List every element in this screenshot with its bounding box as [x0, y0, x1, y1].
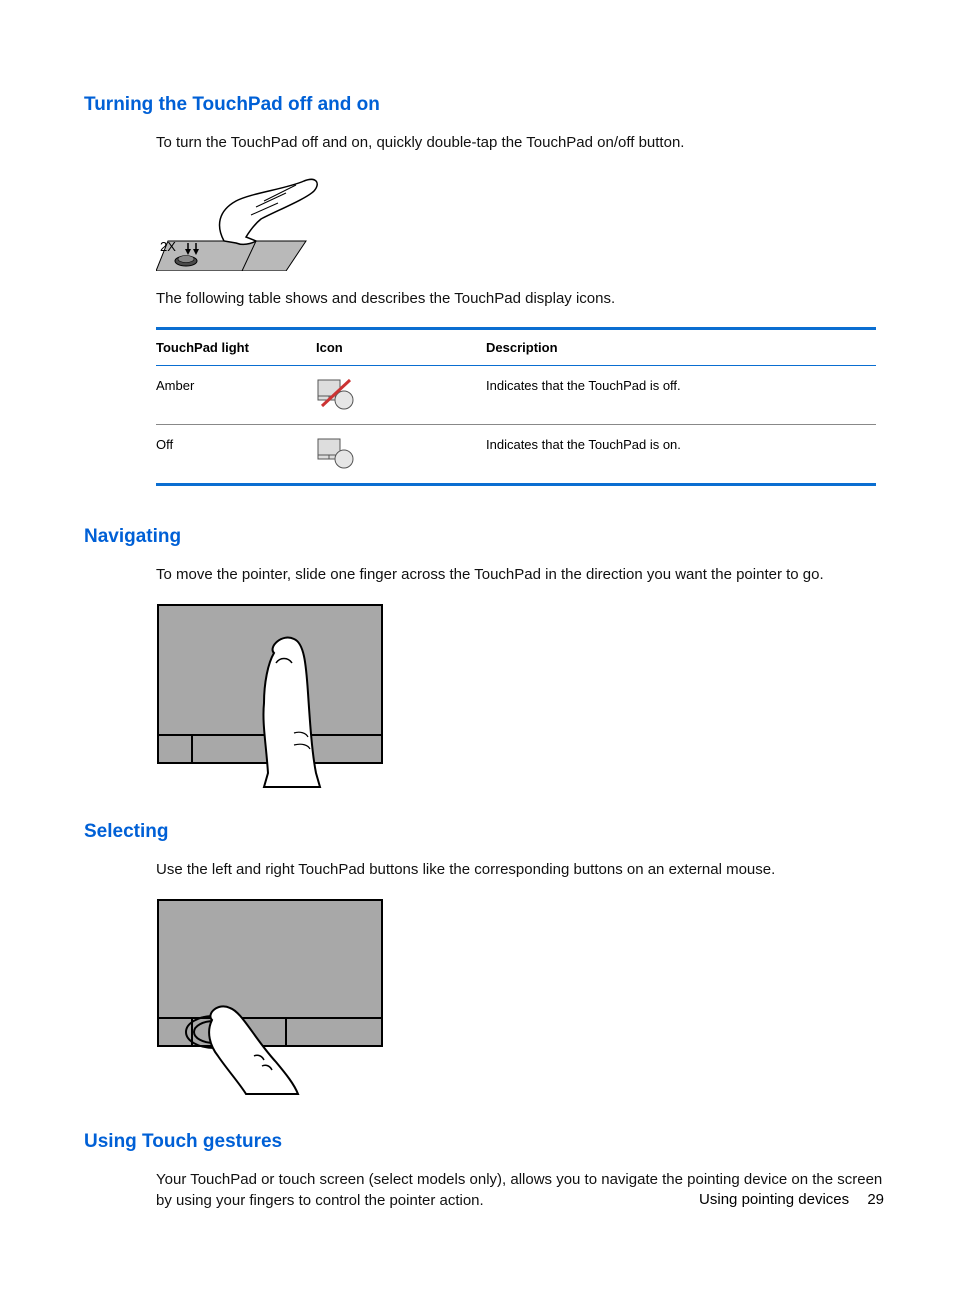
table-row: Off Indicates that the TouchPad is on.	[156, 425, 876, 485]
heading-turning: Turning the TouchPad off and on	[84, 94, 884, 116]
table-header-icon: Icon	[316, 329, 486, 366]
footer-section-title: Using pointing devices	[699, 1191, 849, 1208]
diagram-double-tap: 2X	[156, 171, 884, 276]
section-turning-touchpad: Turning the TouchPad off and on To turn …	[84, 94, 884, 486]
diagram-2x-label: 2X	[160, 239, 176, 254]
table-header-light: TouchPad light	[156, 329, 316, 366]
heading-navigating: Navigating	[84, 526, 884, 548]
cell-light: Amber	[156, 366, 316, 425]
text-table-intro: The following table shows and describes …	[156, 288, 884, 309]
heading-selecting: Selecting	[84, 821, 884, 843]
touchpad-icons-table: TouchPad light Icon Description Amber	[156, 327, 884, 486]
diagram-navigating	[156, 603, 884, 793]
text-selecting-intro: Use the left and right TouchPad buttons …	[156, 859, 884, 880]
section-navigating: Navigating To move the pointer, slide on…	[84, 526, 884, 793]
section-selecting: Selecting Use the left and right TouchPa…	[84, 821, 884, 1103]
cell-icon	[316, 425, 486, 485]
touchpad-on-icon	[316, 437, 356, 471]
touchpad-off-icon	[316, 378, 356, 412]
page-footer: Using pointing devices 29	[699, 1191, 884, 1208]
cell-desc: Indicates that the TouchPad is off.	[486, 366, 876, 425]
heading-gestures: Using Touch gestures	[84, 1131, 884, 1153]
text-turning-intro: To turn the TouchPad off and on, quickly…	[156, 132, 884, 153]
text-navigating-intro: To move the pointer, slide one finger ac…	[156, 564, 884, 585]
diagram-selecting	[156, 898, 884, 1103]
footer-page-number: 29	[867, 1191, 884, 1208]
cell-light: Off	[156, 425, 316, 485]
table-row: Amber Indicates that the TouchPad is off…	[156, 366, 876, 425]
cell-desc: Indicates that the TouchPad is on.	[486, 425, 876, 485]
table-header-desc: Description	[486, 329, 876, 366]
cell-icon	[316, 366, 486, 425]
